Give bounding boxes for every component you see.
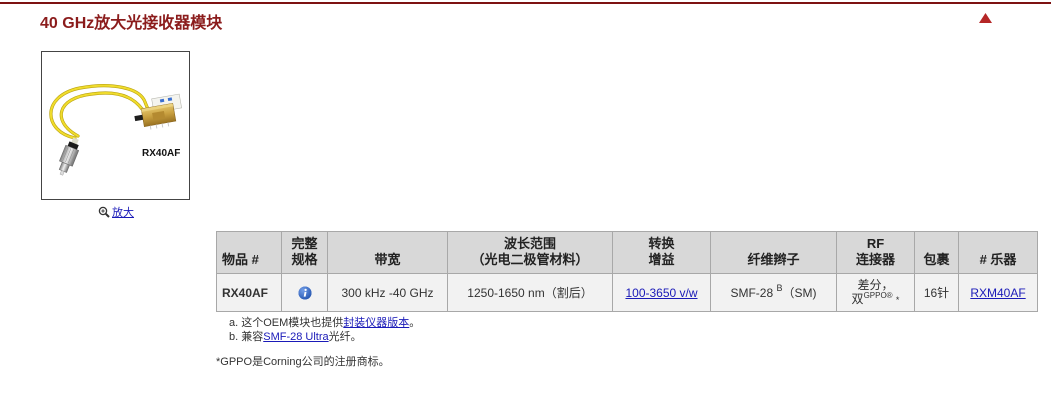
fiber-pigtail-cell: SMF-28 B（SM): [710, 273, 837, 312]
fiber-mode: （SM): [782, 285, 817, 300]
zoom-control: 放大: [98, 205, 134, 219]
packaged-instrument-link[interactable]: 封装仪器版本: [343, 317, 409, 329]
footnotes: a. 这个OEM模块也提供封装仪器版本。 b. 兼容SMF-28 Ultra光纤…: [229, 316, 420, 344]
footnote-b-text: b. 兼容: [229, 331, 264, 343]
receiver-module: [134, 93, 182, 130]
footnote-a: a. 这个OEM模块也提供封装仪器版本。: [229, 316, 420, 330]
product-photo: RX40AF: [49, 84, 182, 176]
fiber-cable: [49, 84, 152, 140]
header-full-spec: 完整 规格: [281, 231, 328, 274]
table-row: RX40AF 300 kHz -40 GHz 1250-1650 nm（割后） …: [216, 273, 1038, 312]
item-number-cell: RX40AF: [216, 273, 282, 312]
wavelength-cell: 1250-1650 nm（割后）: [447, 273, 613, 312]
conversion-gain-link[interactable]: 100-3650 v/w: [625, 286, 697, 300]
fc-connector: [58, 137, 80, 176]
rf-connector-count: 双: [851, 292, 864, 306]
product-spec-table: 物品 # 完整 规格 带宽 波长范围 （光电二极管材料） 转换 增益 纤维辫子 …: [216, 231, 1038, 312]
rf-connector-type: 差分，: [857, 278, 894, 292]
top-divider: [0, 2, 1051, 4]
footnote-a-text: a. 这个OEM模块也提供: [229, 317, 344, 329]
product-image-label: RX40AF: [142, 148, 180, 159]
header-bandwidth: 带宽: [327, 231, 448, 274]
header-conversion-gain: 转换 增益: [612, 231, 711, 274]
header-item-number: 物品 #: [216, 231, 282, 274]
header-package: 包裹: [914, 231, 959, 274]
smf28-ultra-link[interactable]: SMF-28 Ultra: [263, 331, 328, 343]
product-image[interactable]: RX40AF: [41, 51, 190, 200]
zoom-link[interactable]: 放大: [112, 204, 134, 220]
full-spec-cell: [281, 273, 328, 312]
footnote-a-end: 。: [409, 317, 421, 329]
back-to-top-triangle-up-icon[interactable]: [979, 13, 992, 23]
instrument-link[interactable]: RXM40AF: [970, 286, 1025, 300]
trademark-note: *GPPO是Corning公司的注册商标。: [216, 356, 390, 368]
header-wavelength-range: 波长范围 （光电二极管材料）: [447, 231, 613, 274]
trademark-marker: *: [895, 295, 900, 305]
header-rf-connector: RF 连接器: [836, 231, 915, 274]
rf-connector-brand: GPPO®: [863, 291, 893, 300]
fiber-type: SMF-28: [730, 285, 774, 300]
footnote-b-end: 光纤。: [328, 331, 362, 343]
package-cell: 16针: [914, 273, 959, 312]
magnifier-icon[interactable]: [98, 206, 110, 218]
page-title: 40 GHz放大光接收器模块: [40, 15, 223, 32]
footnote-b: b. 兼容SMF-28 Ultra光纤。: [229, 330, 420, 344]
rf-connector-cell: 差分， 双GPPO® *: [836, 273, 915, 312]
info-icon[interactable]: [298, 286, 312, 300]
header-instrument: # 乐器: [958, 231, 1038, 274]
header-fiber-pigtail: 纤维辫子: [710, 231, 837, 274]
bandwidth-cell: 300 kHz -40 GHz: [327, 273, 448, 312]
conversion-gain-cell: 100-3650 v/w: [612, 273, 711, 312]
table-header-row: 物品 # 完整 规格 带宽 波长范围 （光电二极管材料） 转换 增益 纤维辫子 …: [216, 231, 1038, 274]
instrument-cell: RXM40AF: [958, 273, 1038, 312]
